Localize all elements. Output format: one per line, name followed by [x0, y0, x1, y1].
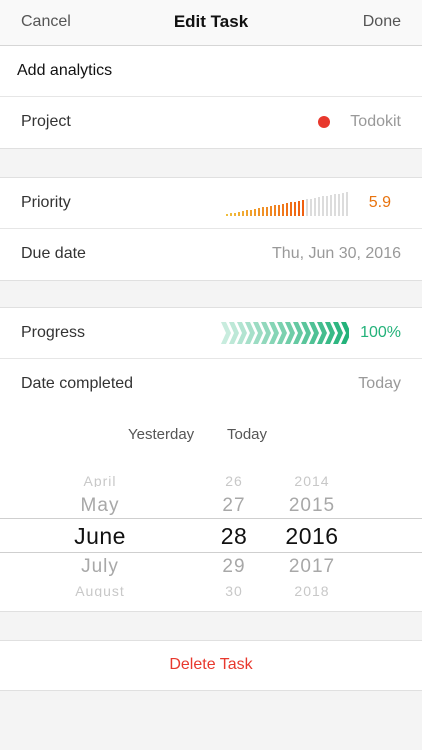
delete-group: Delete Task — [0, 640, 422, 691]
date-completed-value: Today — [358, 375, 401, 392]
priority-bar — [294, 201, 296, 216]
progress-label: Progress — [21, 324, 86, 341]
priority-bar — [302, 200, 304, 216]
priority-bar — [278, 204, 280, 216]
priority-bar — [298, 200, 300, 216]
date-picker[interactable]: Yesterday Today April May June July August 26… — [0, 409, 422, 612]
month-option[interactable]: August — [50, 583, 150, 597]
day-option[interactable]: 26 — [204, 473, 264, 487]
day-option[interactable]: 27 — [204, 495, 264, 517]
priority-bar — [342, 192, 344, 216]
progress-group: Progress 100% Date completed Today — [0, 307, 422, 410]
priority-bar — [306, 199, 308, 216]
year-option[interactable]: 2015 — [272, 495, 352, 517]
date-completed-row[interactable]: Date completed Today — [0, 359, 422, 410]
page-title: Edit Task — [173, 12, 249, 31]
due-date-label: Due date — [21, 245, 86, 262]
task-title-field[interactable]: Add analytics — [17, 62, 112, 80]
priority-bar — [282, 203, 284, 216]
priority-bar — [226, 214, 228, 216]
priority-slider[interactable] — [226, 192, 350, 216]
task-info-group: Add analytics Project Todokit — [0, 46, 422, 149]
delete-task-button[interactable]: Delete Task — [0, 656, 422, 674]
progress-value: 100% — [360, 324, 401, 341]
picker-selection-bottom-line — [0, 552, 422, 553]
priority-bar — [334, 194, 336, 216]
progress-slider[interactable] — [221, 322, 349, 344]
day-option[interactable]: 29 — [204, 556, 264, 578]
priority-bar — [234, 212, 236, 216]
priority-bar — [310, 198, 312, 216]
month-option[interactable]: April — [50, 473, 150, 487]
priority-bar — [270, 205, 272, 216]
priority-bar — [258, 208, 260, 216]
priority-bar — [290, 202, 292, 216]
priority-bar — [330, 194, 332, 216]
done-button[interactable]: Done — [363, 13, 401, 31]
priority-bar — [338, 193, 340, 216]
date-completed-label: Date completed — [21, 375, 134, 392]
project-row[interactable]: Project Todokit — [0, 97, 422, 148]
priority-bar — [262, 207, 264, 216]
priority-bar — [242, 211, 244, 216]
priority-row[interactable]: Priority 5.9 — [0, 178, 422, 229]
priority-bar — [238, 211, 240, 216]
due-date-row[interactable]: Due date Thu, Jun 30, 2016 — [0, 229, 422, 280]
progress-chevron — [221, 322, 231, 344]
picker-selection-top-line — [0, 518, 422, 519]
due-date-value: Thu, Jun 30, 2016 — [272, 245, 401, 262]
project-value: Todokit — [350, 113, 401, 130]
progress-row[interactable]: Progress 100% — [0, 308, 422, 359]
month-option[interactable]: July — [50, 556, 150, 578]
priority-bar — [254, 208, 256, 216]
project-color-dot — [318, 116, 330, 128]
year-option[interactable]: 2017 — [272, 556, 352, 578]
day-option[interactable]: 30 — [204, 583, 264, 597]
priority-bar — [326, 195, 328, 216]
task-title-row[interactable]: Add analytics — [0, 46, 422, 97]
month-option[interactable]: June — [50, 523, 150, 550]
priority-bar — [250, 209, 252, 216]
schedule-group: Priority 5.9 Due date Thu, Jun 30, 2016 — [0, 177, 422, 281]
priority-label: Priority — [21, 194, 71, 211]
priority-bar — [246, 210, 248, 216]
priority-bar — [274, 205, 276, 216]
priority-value: 5.9 — [368, 194, 391, 211]
priority-bar — [346, 192, 348, 216]
year-option[interactable]: 2018 — [272, 583, 352, 597]
project-label: Project — [21, 113, 71, 130]
priority-bar — [322, 196, 324, 216]
today-button[interactable]: Today — [227, 426, 267, 443]
year-option[interactable]: 2014 — [272, 473, 352, 487]
year-option[interactable]: 2016 — [272, 523, 352, 550]
priority-bar — [266, 206, 268, 216]
priority-bar — [230, 213, 232, 216]
month-option[interactable]: May — [50, 495, 150, 517]
priority-bar — [318, 197, 320, 216]
day-option[interactable]: 28 — [204, 523, 264, 550]
yesterday-button[interactable]: Yesterday — [128, 426, 194, 443]
navigation-bar: Cancel Edit Task Done — [0, 0, 422, 46]
priority-bar — [286, 203, 288, 216]
priority-bar — [314, 197, 316, 216]
